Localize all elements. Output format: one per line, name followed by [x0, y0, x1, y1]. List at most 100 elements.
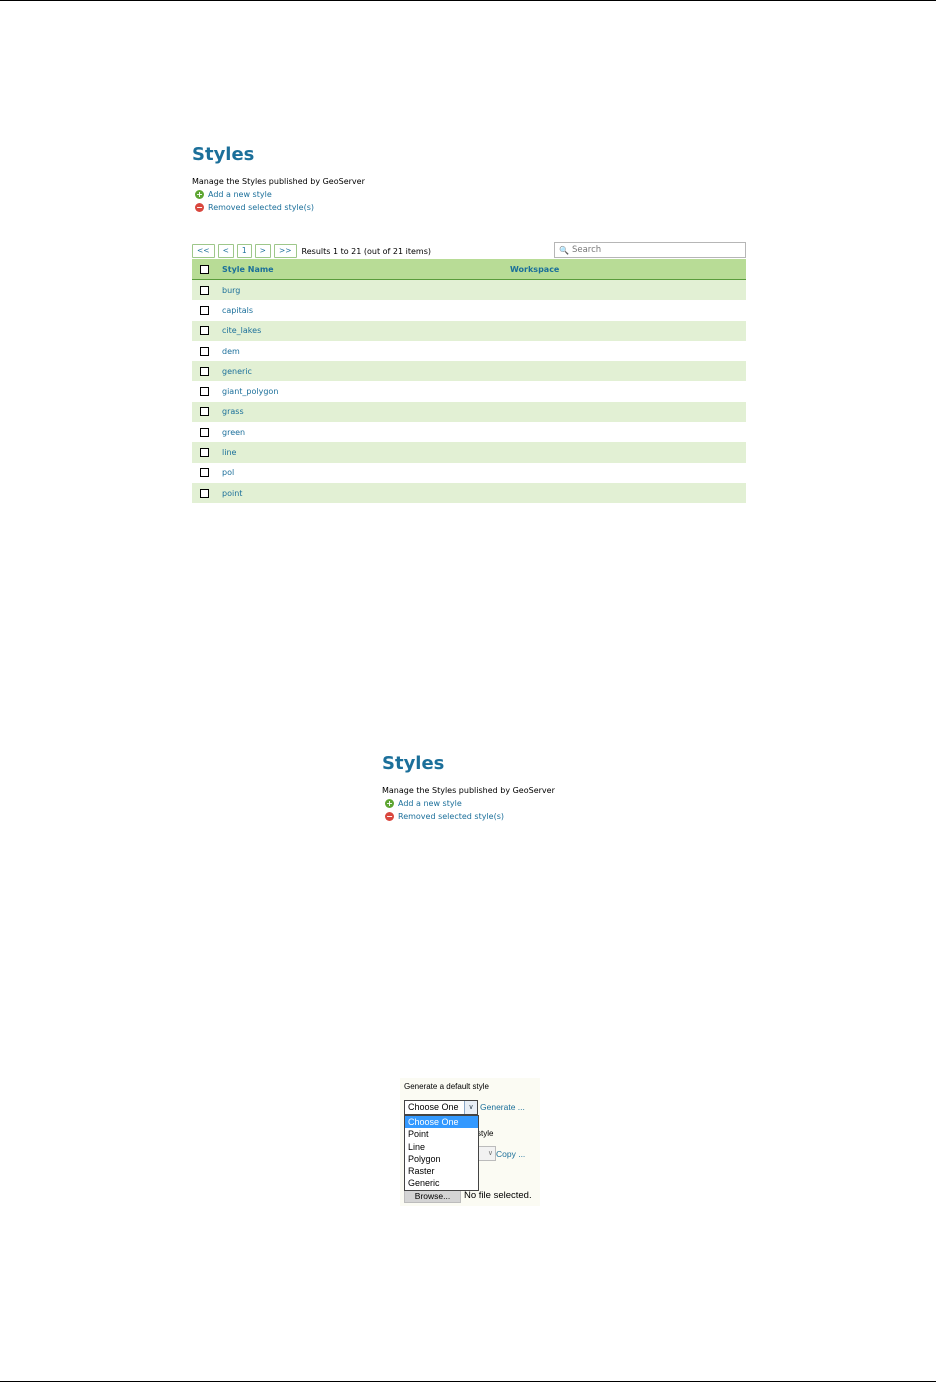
table-row: giant_polygon — [192, 381, 746, 402]
table-body: burg capitals cite_lakes dem generic giant_po… — [192, 279, 746, 504]
remove-style-link[interactable]: − Removed selected style(s) — [382, 810, 562, 823]
top-rule — [0, 0, 936, 1]
row-checkbox[interactable] — [200, 305, 209, 315]
table-row: generic — [192, 361, 746, 382]
table-row: line — [192, 442, 746, 463]
page-description: Manage the Styles published by GeoServer — [382, 786, 555, 795]
copy-style-label-partial: style — [477, 1129, 494, 1138]
search-icon: 🔍 — [559, 245, 569, 255]
row-select-cell — [192, 482, 222, 504]
first-page-button[interactable]: << — [192, 244, 215, 258]
table-row: grass — [192, 401, 746, 423]
style-name-link[interactable]: burg — [222, 279, 510, 301]
row-select-cell — [192, 320, 222, 341]
style-name-link[interactable]: green — [222, 422, 510, 443]
add-icon: + — [385, 799, 394, 808]
workspace-cell — [510, 300, 746, 321]
style-name-link[interactable]: pol — [222, 462, 510, 483]
style-type-select[interactable]: Choose One ∨ — [404, 1100, 478, 1115]
add-style-label: Add a new style — [398, 799, 462, 808]
no-file-label: No file selected. — [464, 1190, 532, 1201]
style-name-link[interactable]: generic — [222, 361, 510, 382]
row-select-cell — [192, 442, 222, 463]
page-title: Styles — [382, 753, 445, 774]
row-checkbox[interactable] — [200, 387, 209, 397]
dropdown-option[interactable]: Polygon — [405, 1153, 478, 1165]
row-select-cell — [192, 422, 222, 443]
col-style-name[interactable]: Style Name — [222, 259, 510, 280]
style-name-link[interactable]: grass — [222, 401, 510, 423]
add-style-label: Add a new style — [208, 190, 272, 199]
workspace-cell — [510, 482, 746, 504]
workspace-cell — [510, 361, 746, 382]
generate-style-screenshot: Generate a default style Choose One ∨ Ge… — [400, 1078, 540, 1206]
page-title: Styles — [192, 144, 255, 165]
row-select-cell — [192, 462, 222, 483]
style-name-link[interactable]: point — [222, 482, 510, 504]
table-row: green — [192, 422, 746, 443]
generate-link[interactable]: Generate ... — [480, 1102, 525, 1112]
row-checkbox[interactable] — [200, 448, 209, 458]
dropdown-option[interactable]: Choose One — [405, 1116, 478, 1129]
chevron-down-icon[interactable]: ∨ — [464, 1101, 477, 1114]
row-select-cell — [192, 279, 222, 301]
style-name-link[interactable]: line — [222, 442, 510, 463]
row-checkbox[interactable] — [200, 346, 209, 356]
add-style-link[interactable]: + Add a new style — [192, 188, 748, 201]
table-row: dem — [192, 340, 746, 362]
add-icon: + — [195, 190, 204, 199]
workspace-cell — [510, 381, 746, 402]
last-page-button[interactable]: >> — [273, 244, 297, 258]
select-all-checkbox[interactable] — [200, 264, 209, 274]
styles-table: Style Name Workspace burg capitals cite_la… — [192, 259, 746, 504]
styles-list-screenshot: Styles Manage the Styles published by Ge… — [192, 143, 748, 504]
col-workspace[interactable]: Workspace — [510, 259, 746, 280]
row-select-cell — [192, 361, 222, 382]
remove-style-label: Removed selected style(s) — [208, 203, 314, 212]
workspace-cell — [510, 422, 746, 443]
select-all-cell — [192, 259, 222, 280]
results-count: Results 1 to 21 (out of 21 items) — [301, 246, 431, 256]
style-name-link[interactable]: cite_lakes — [222, 320, 510, 341]
remove-style-link[interactable]: − Removed selected style(s) — [192, 201, 748, 214]
row-checkbox[interactable] — [200, 366, 209, 376]
dropdown-option[interactable]: Point — [405, 1128, 478, 1140]
table-header: Style Name Workspace — [192, 259, 746, 280]
workspace-cell — [510, 401, 746, 423]
add-style-link[interactable]: + Add a new style — [382, 797, 562, 810]
row-checkbox[interactable] — [200, 427, 209, 437]
style-name-link[interactable]: capitals — [222, 300, 510, 321]
workspace-cell — [510, 320, 746, 341]
table-row: capitals — [192, 300, 746, 321]
copy-link[interactable]: Copy ... — [496, 1149, 525, 1159]
style-name-link[interactable]: giant_polygon — [222, 381, 510, 402]
search-box: 🔍 — [554, 242, 746, 258]
prev-page-button[interactable]: < — [217, 244, 234, 258]
next-page-button[interactable]: > — [254, 244, 271, 258]
table-row: burg — [192, 279, 746, 301]
browse-button[interactable]: Browse... — [404, 1189, 461, 1203]
row-checkbox[interactable] — [200, 407, 209, 417]
row-checkbox[interactable] — [200, 488, 209, 498]
search-input[interactable] — [571, 245, 732, 255]
generate-default-style-label: Generate a default style — [404, 1082, 489, 1091]
dropdown-option[interactable]: Generic — [405, 1177, 478, 1189]
row-checkbox[interactable] — [200, 468, 209, 478]
page-1-button[interactable]: 1 — [236, 244, 252, 258]
row-select-cell — [192, 300, 222, 321]
workspace-cell — [510, 340, 746, 362]
dropdown-option[interactable]: Raster — [405, 1165, 478, 1177]
selected-value: Choose One — [408, 1102, 459, 1112]
workspace-cell — [510, 462, 746, 483]
remove-style-label: Removed selected style(s) — [398, 812, 504, 821]
style-name-link[interactable]: dem — [222, 340, 510, 362]
row-checkbox[interactable] — [200, 326, 209, 336]
row-select-cell — [192, 340, 222, 362]
dropdown-option[interactable]: Line — [405, 1141, 478, 1153]
table-row: pol — [192, 462, 746, 483]
row-checkbox[interactable] — [200, 285, 209, 295]
row-select-cell — [192, 401, 222, 423]
remove-icon: − — [385, 812, 394, 821]
remove-icon: − — [195, 203, 204, 212]
page-description: Manage the Styles published by GeoServer — [192, 177, 365, 186]
